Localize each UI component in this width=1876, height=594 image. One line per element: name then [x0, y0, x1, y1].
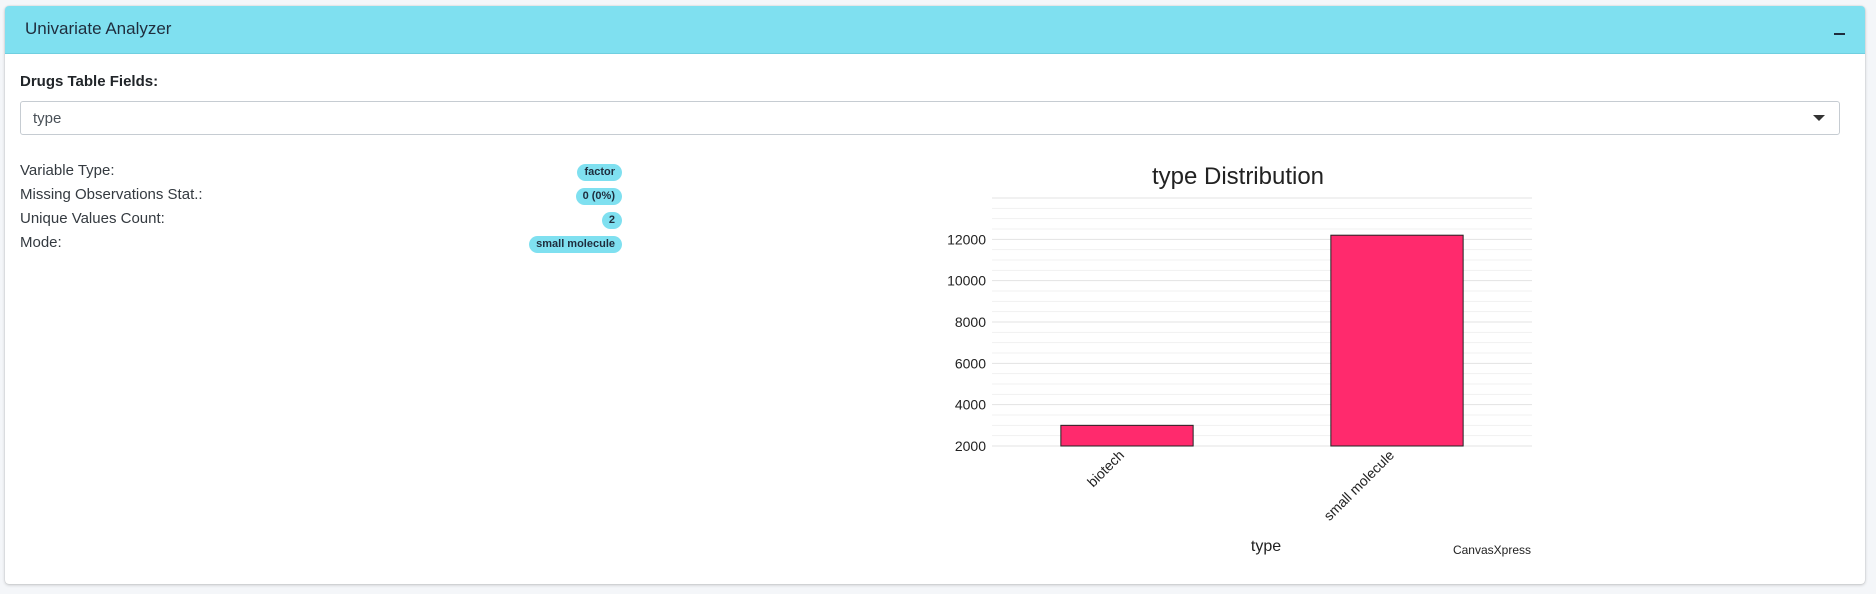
stat-row-unique-values: Unique Values Count: 2 [20, 208, 622, 232]
y-tick-label: 12000 [947, 231, 986, 247]
stat-badge: 2 [601, 212, 622, 229]
y-tick-label: 10000 [947, 273, 986, 289]
y-tick-label: 6000 [955, 355, 986, 371]
select-value: type [33, 110, 62, 127]
stat-row-missing-observations: Missing Observations Stat.: 0 (0%) [20, 184, 622, 208]
drugs-table-fields-label: Drugs Table Fields: [20, 73, 159, 90]
panel-header: Univariate Analyzer [5, 6, 1865, 54]
stat-label: Unique Values Count: [20, 210, 165, 227]
stat-row-variable-type: Variable Type: factor [20, 160, 622, 184]
type-distribution-chart: type Distribution 2000 4000 6000 8000 10000 1… [947, 163, 1532, 557]
stat-row-mode: Mode: small molecule [20, 232, 622, 256]
stat-label: Missing Observations Stat.: [20, 186, 203, 203]
panel-title: Univariate Analyzer [25, 19, 172, 38]
variable-stats: Variable Type: factor Missing Observatio… [20, 160, 622, 256]
chart-bars [1060, 234, 1464, 447]
x-axis-ticks: biotech small molecule [1084, 447, 1397, 524]
stat-badge: 0 (0%) [575, 188, 622, 205]
y-axis-ticks: 2000 4000 6000 8000 10000 12000 [947, 231, 986, 454]
stat-badge: factor [577, 164, 622, 181]
stat-label: Variable Type: [20, 162, 115, 179]
x-axis-label: type [1251, 538, 1281, 555]
collapse-button[interactable] [1829, 18, 1851, 40]
drugs-table-fields-select[interactable]: type [20, 101, 1840, 135]
y-tick-label: 8000 [955, 314, 986, 330]
y-tick-label: 2000 [955, 438, 986, 454]
minus-icon [1834, 33, 1845, 35]
chart-credit: CanvasXpress [1453, 543, 1531, 557]
bar-biotech [1060, 424, 1194, 447]
x-tick-label: biotech [1084, 447, 1127, 490]
y-tick-label: 4000 [955, 397, 986, 413]
bar-small-molecule [1330, 234, 1464, 447]
chart-title: type Distribution [1152, 163, 1324, 190]
caret-down-icon [1813, 115, 1825, 121]
stat-label: Mode: [20, 234, 62, 251]
stat-badge: small molecule [529, 236, 622, 253]
x-tick-label: small molecule [1320, 447, 1397, 524]
